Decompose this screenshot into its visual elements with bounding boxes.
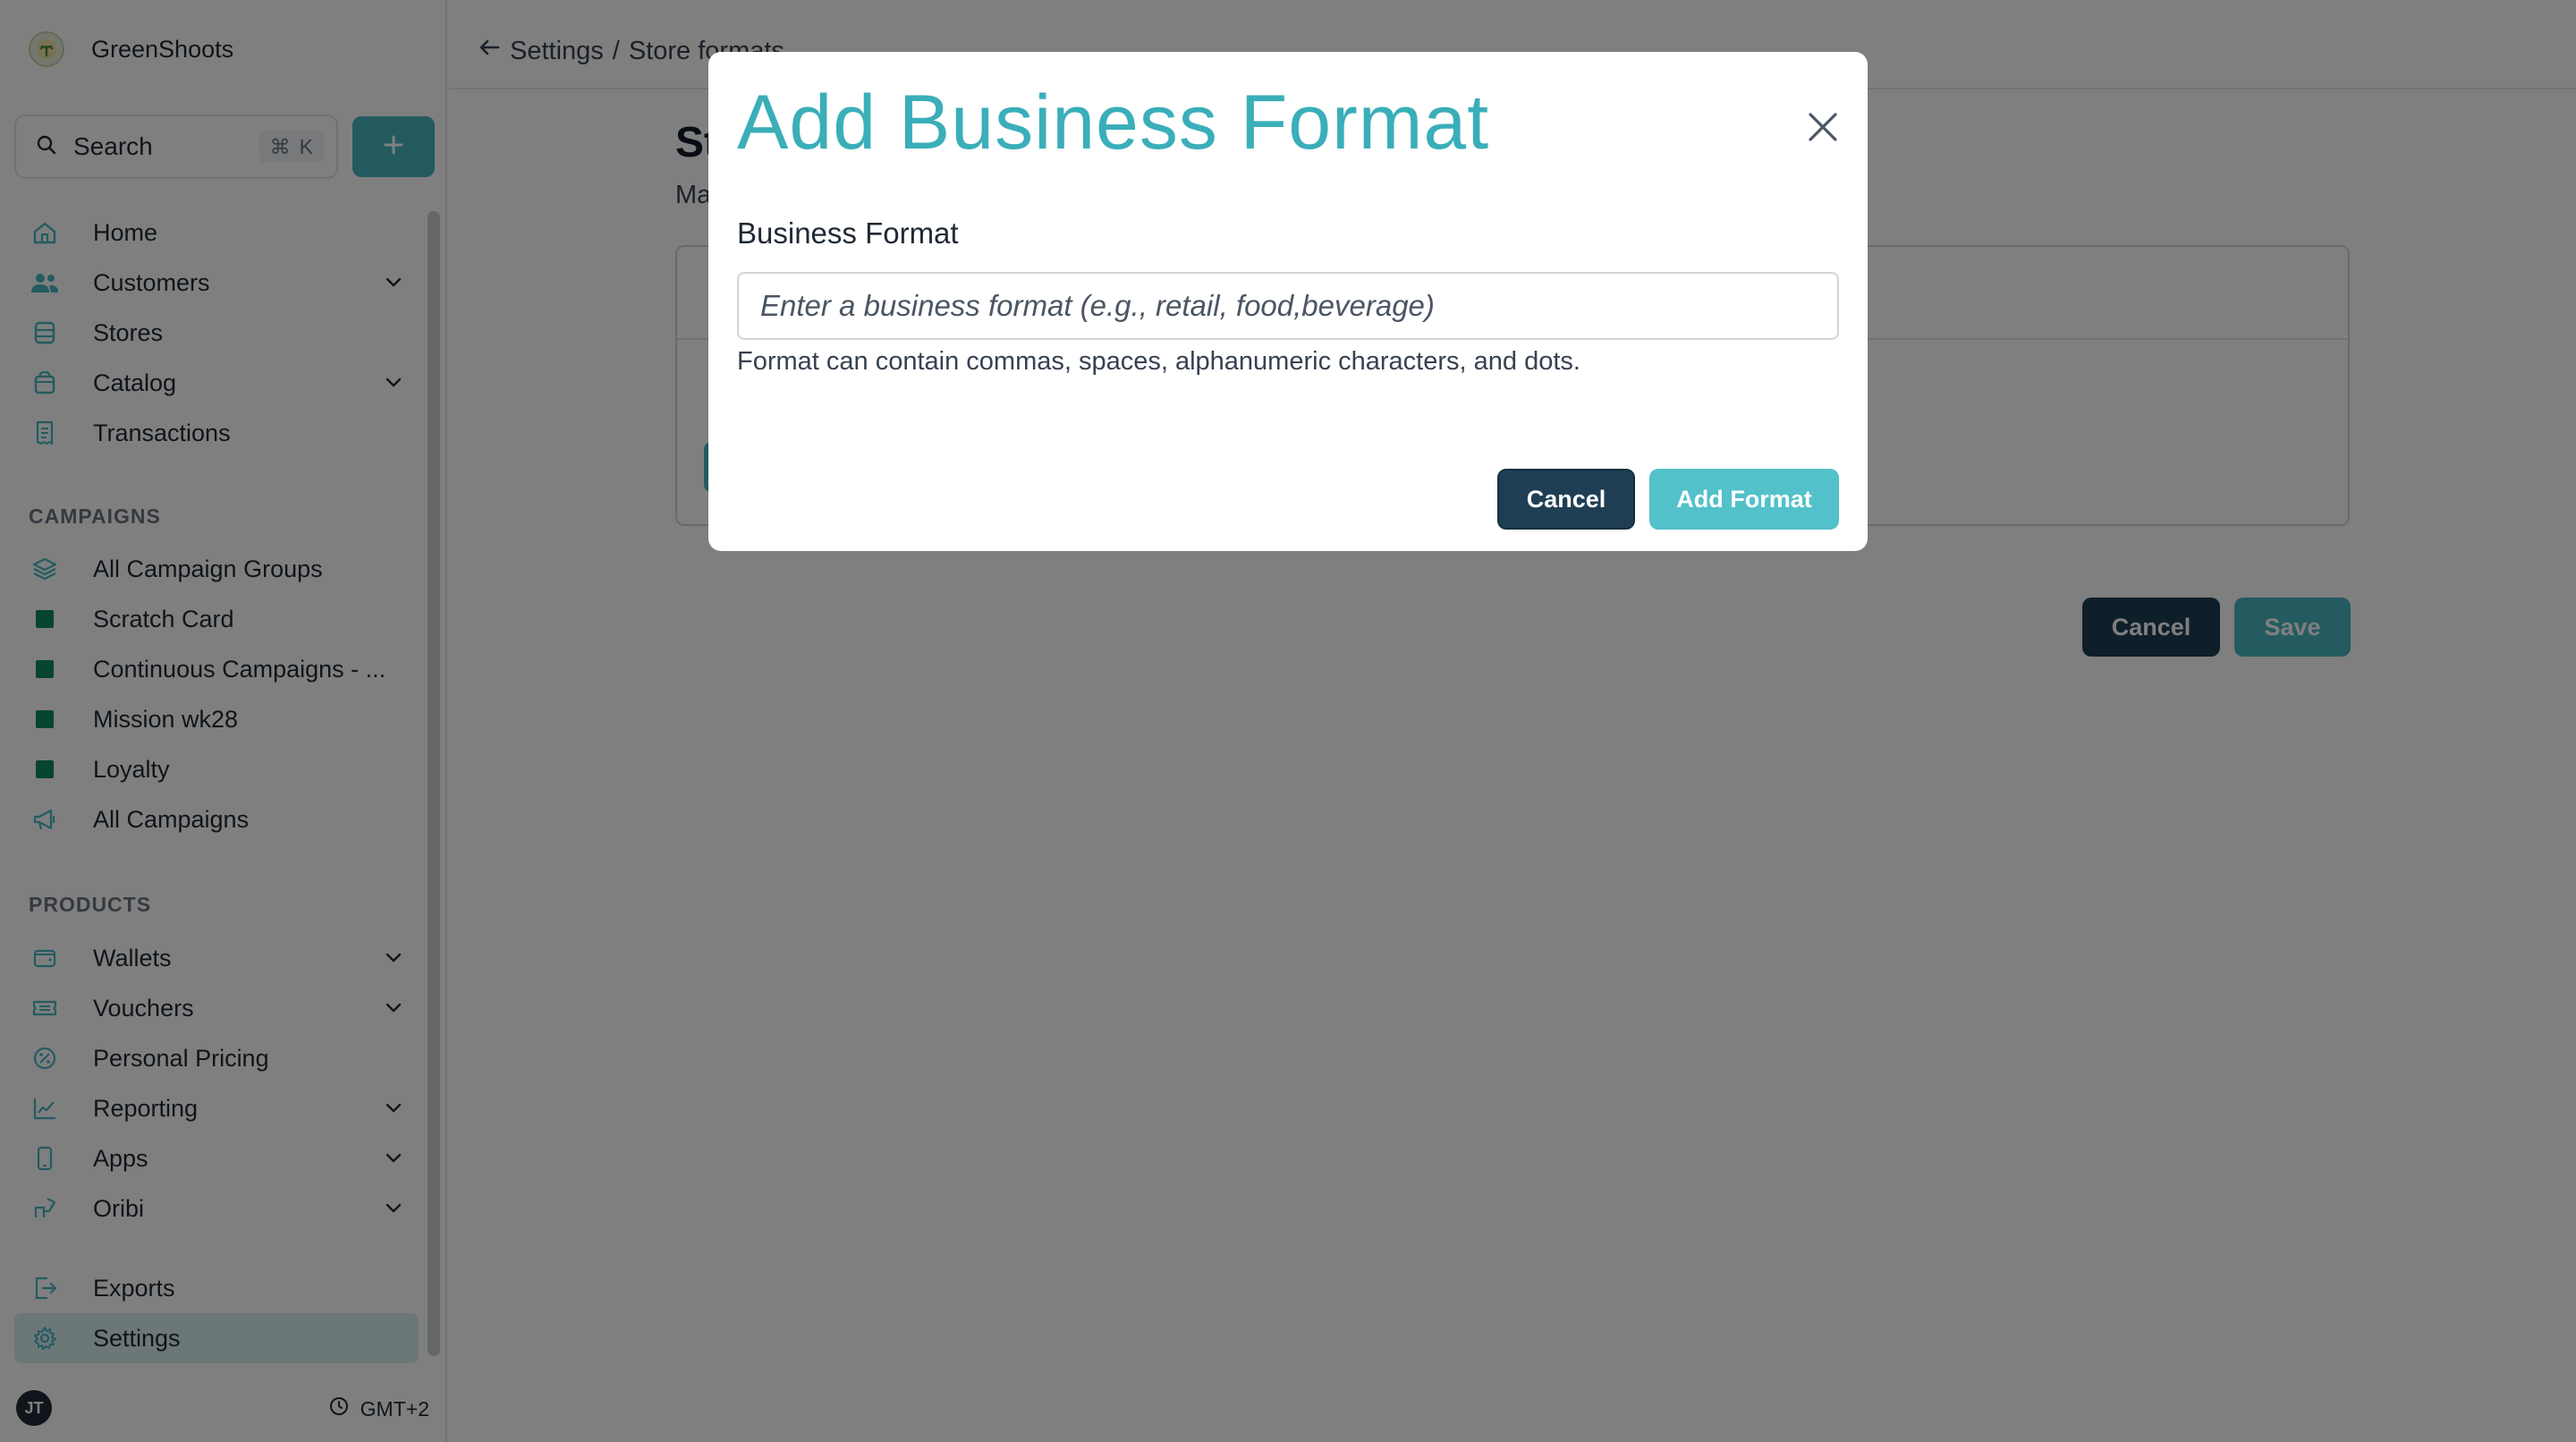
app-root: GreenShoots Search ⌘ K Home: [0, 0, 2576, 1442]
modal-title: Add Business Format: [737, 80, 1490, 165]
close-button[interactable]: [1803, 109, 1843, 148]
close-icon: [1805, 109, 1841, 149]
cancel-button[interactable]: Cancel: [1497, 469, 1635, 530]
add-format-button[interactable]: Add Format: [1649, 469, 1839, 530]
business-format-label: Business Format: [737, 216, 959, 250]
business-format-input[interactable]: [737, 272, 1839, 340]
business-format-help-text: Format can contain commas, spaces, alpha…: [737, 347, 1580, 376]
add-business-format-dialog: Add Business Format Business Format Form…: [708, 52, 1868, 551]
